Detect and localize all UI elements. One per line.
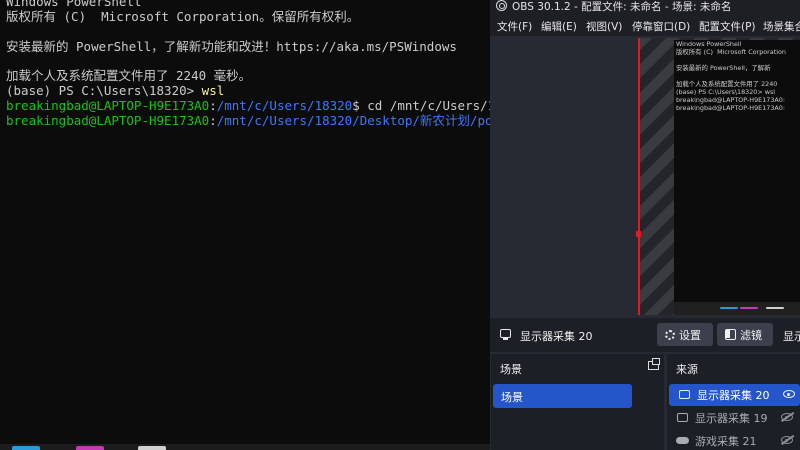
ps-command: wsl — [194, 83, 225, 98]
preview-text-line: 版权所有 (C) Microsoft Corporation — [676, 48, 786, 56]
source-item[interactable]: 游戏采集 21 — [667, 430, 800, 450]
preview-captured-screen: Windows PowerShell 版权所有 (C) Microsoft Co… — [674, 40, 800, 302]
selected-source-name: 显示器采集 20 — [520, 330, 593, 343]
preview-text-line: (base) PS C:\Users\18320> wsl — [676, 88, 776, 96]
source-item-selected[interactable]: 显示器采集 20 — [669, 384, 800, 406]
menu-profile[interactable]: 配置文件(P) — [699, 19, 756, 34]
menu-scene-collection[interactable]: 场景集合(S) — [763, 19, 800, 34]
preview-taskbar-icon — [766, 307, 784, 309]
preview-taskbar-icon — [720, 307, 738, 309]
menu-docks[interactable]: 停靠窗口(D) — [632, 19, 690, 34]
preview-empty-area — [490, 38, 638, 315]
scene-item-label: 场景 — [501, 391, 523, 404]
gamepad-icon — [676, 437, 689, 444]
terminal-ps-line: (base) PS C:\Users\18320> wsl — [6, 83, 224, 98]
menu-view[interactable]: 视图(V) — [586, 19, 622, 34]
monitor-icon — [500, 329, 511, 340]
source-item[interactable]: 显示器采集 19 — [667, 407, 800, 429]
terminal-profile-load: 加载个人及系统配置文件用了 2240 毫秒。 — [6, 68, 252, 83]
undock-icon[interactable] — [648, 358, 660, 370]
more-toolbar-item[interactable]: 显示 — [783, 328, 800, 344]
preview-taskbar-icon — [740, 307, 758, 309]
menu-file[interactable]: 文件(F) — [497, 19, 532, 34]
terminal-copyright: 版权所有 (C) Microsoft Corporation。保留所有权利。 — [6, 9, 360, 24]
source-name: 游戏采集 21 — [695, 435, 757, 448]
settings-label: 设置 — [679, 328, 701, 342]
obs-window: OBS 30.1.2 - 配置文件: 未命名 - 场景: 未命名 文件(F) 编… — [490, 0, 800, 450]
gear-icon — [665, 329, 675, 340]
monitor-icon — [679, 390, 690, 399]
settings-button[interactable]: 设置 — [657, 323, 713, 346]
taskbar — [0, 444, 490, 450]
scenes-panel-title: 场景 — [500, 363, 522, 376]
powershell-terminal[interactable]: Windows PowerShell 版权所有 (C) Microsoft Co… — [0, 0, 490, 450]
user-host: breakingbad@LAPTOP-H9E173A0 — [6, 113, 210, 128]
terminal-header: Windows PowerShell — [6, 0, 142, 9]
preview-text-line: breakingbad@LAPTOP-H9E173A0: — [676, 96, 785, 104]
eye-hidden-icon[interactable] — [781, 436, 793, 444]
menu-bar: 文件(F) 编辑(E) 视图(V) 停靠窗口(D) 配置文件(P) 场景集合(S… — [490, 14, 800, 36]
source-name: 显示器采集 20 — [697, 389, 770, 402]
obs-titlebar[interactable]: OBS 30.1.2 - 配置文件: 未命名 - 场景: 未命名 — [490, 0, 800, 14]
command-text: $ cd /mnt/c/Users/18320/Desktop/新农计划/pos… — [352, 98, 490, 113]
menu-edit[interactable]: 编辑(E) — [541, 19, 577, 34]
taskbar-app-icon[interactable] — [76, 446, 104, 450]
selection-bound-line — [638, 38, 640, 315]
filters-button[interactable]: 滤镜 — [717, 323, 773, 346]
eye-hidden-icon[interactable] — [781, 413, 793, 421]
selection-handle[interactable] — [636, 231, 641, 237]
taskbar-app-icon[interactable] — [12, 446, 40, 450]
cwd-path: /mnt/c/Users/18320/Desktop/新农计划/postion — [216, 113, 490, 128]
taskbar-app-icon[interactable] — [138, 446, 166, 450]
cwd-path: /mnt/c/Users/18320 — [216, 98, 353, 113]
preview-text-line: breakingbad@LAPTOP-H9E173A0: — [676, 104, 785, 112]
filter-icon — [725, 329, 736, 340]
preview-text-line: 加载个人及系统配置文件用了 2240 — [676, 80, 778, 88]
window-title: OBS 30.1.2 - 配置文件: 未命名 - 场景: 未命名 — [512, 1, 732, 13]
terminal-upgrade-notice: 安装最新的 PowerShell，了解新功能和改进！https://aka.ms… — [6, 39, 457, 54]
preview-text-line: Windows PowerShell — [676, 40, 742, 48]
eye-icon[interactable] — [783, 390, 795, 398]
filters-label: 滤镜 — [740, 328, 762, 342]
terminal-wsl-line-2: breakingbad@LAPTOP-H9E173A0:/mnt/c/Users… — [6, 113, 490, 128]
preview-taskbar — [674, 302, 800, 315]
obs-logo-icon — [496, 0, 507, 11]
monitor-icon — [677, 413, 688, 422]
preview-text-line: 安装最新的 PowerShell，了解新 — [676, 64, 771, 72]
user-host: breakingbad@LAPTOP-H9E173A0 — [6, 98, 210, 113]
ps-prompt: (base) PS C:\Users\18320> — [6, 83, 195, 98]
source-name: 显示器采集 19 — [695, 412, 768, 425]
scene-item[interactable]: 场景 — [493, 384, 632, 408]
terminal-wsl-line-1: breakingbad@LAPTOP-H9E173A0:/mnt/c/Users… — [6, 98, 490, 113]
sources-panel-title: 来源 — [676, 363, 698, 376]
